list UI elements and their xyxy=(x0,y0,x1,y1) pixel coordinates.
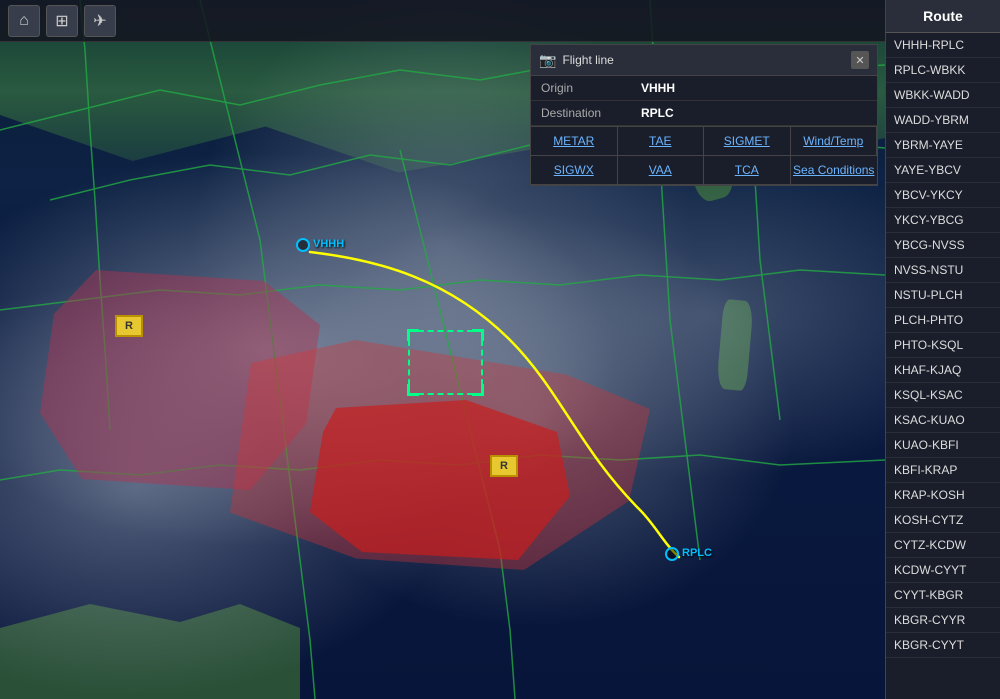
route-item[interactable]: YBCG-NVSS xyxy=(886,233,1000,258)
route-item[interactable]: KOSH-CYTZ xyxy=(886,508,1000,533)
plane-icon: ✈ xyxy=(93,11,106,31)
sigmet-button[interactable]: SIGMET xyxy=(704,127,791,156)
sea-conditions-button[interactable]: Sea Conditions xyxy=(791,156,878,185)
sel-corner-tl xyxy=(407,329,419,341)
weather-area-core xyxy=(310,400,570,560)
selection-box xyxy=(408,330,483,395)
route-list: VHHH-RPLCRPLC-WBKKWBKK-WADDWADD-YBRMYBRM… xyxy=(886,33,1000,658)
route-item[interactable]: PHTO-KSQL xyxy=(886,333,1000,358)
origin-label: Origin xyxy=(531,76,631,101)
airport-vhhh-label: VHHH xyxy=(313,238,344,250)
metar-button[interactable]: METAR xyxy=(531,127,618,156)
wind-temp-button[interactable]: Wind/Temp xyxy=(791,127,878,156)
layers-button[interactable]: ⊞ xyxy=(46,5,78,37)
route-item[interactable]: CYTZ-KCDW xyxy=(886,533,1000,558)
route-item[interactable]: KSAC-KUAO xyxy=(886,408,1000,433)
storm-icon-center: R xyxy=(490,455,518,477)
origin-value: VHHH xyxy=(631,76,877,101)
route-panel: Route VHHH-RPLCRPLC-WBKKWBKK-WADDWADD-YB… xyxy=(885,0,1000,699)
route-item[interactable]: WBKK-WADD xyxy=(886,83,1000,108)
route-panel-header: Route xyxy=(886,0,1000,33)
sel-corner-bl xyxy=(407,384,419,396)
dialog-nav-buttons: METAR TAE SIGMET Wind/Temp SIGWX VAA TCA… xyxy=(531,126,877,185)
route-item[interactable]: CYYT-KBGR xyxy=(886,583,1000,608)
tca-button[interactable]: TCA xyxy=(704,156,791,185)
route-item[interactable]: KSQL-KSAC xyxy=(886,383,1000,408)
route-item[interactable]: VHHH-RPLC xyxy=(886,33,1000,58)
dialog-close-button[interactable]: ✕ xyxy=(851,51,869,69)
airport-vhhh-dot xyxy=(296,238,310,252)
route-item[interactable]: YAYE-YBCV xyxy=(886,158,1000,183)
sel-corner-tr xyxy=(472,329,484,341)
storm-icon-left: R xyxy=(115,315,143,337)
route-item[interactable]: NSTU-PLCH xyxy=(886,283,1000,308)
home-icon: ⌂ xyxy=(19,12,29,30)
home-button[interactable]: ⌂ xyxy=(8,5,40,37)
sel-corner-br xyxy=(472,384,484,396)
route-item[interactable]: KRAP-KOSH xyxy=(886,483,1000,508)
layers-icon: ⊞ xyxy=(55,11,68,31)
route-item[interactable]: KBGR-CYYR xyxy=(886,608,1000,633)
flight-dialog: 📷 Flight line ✕ Origin VHHH Destination … xyxy=(530,44,878,186)
route-item[interactable]: YBCV-YKCY xyxy=(886,183,1000,208)
destination-row: Destination RPLC xyxy=(531,101,877,126)
route-item[interactable]: KCDW-CYYT xyxy=(886,558,1000,583)
airport-rplc-label: RPLC xyxy=(682,547,712,559)
route-item[interactable]: RPLC-WBKK xyxy=(886,58,1000,83)
route-item[interactable]: YBRM-YAYE xyxy=(886,133,1000,158)
sigwx-button[interactable]: SIGWX xyxy=(531,156,618,185)
toolbar: ⌂ ⊞ ✈ xyxy=(0,0,885,42)
dialog-titlebar: 📷 Flight line ✕ xyxy=(531,45,877,76)
route-item[interactable]: YKCY-YBCG xyxy=(886,208,1000,233)
destination-label: Destination xyxy=(531,101,631,126)
vaa-button[interactable]: VAA xyxy=(618,156,705,185)
camera-icon: 📷 xyxy=(539,52,556,69)
route-item[interactable]: KBFI-KRAP xyxy=(886,458,1000,483)
origin-row: Origin VHHH xyxy=(531,76,877,101)
route-item[interactable]: NVSS-NSTU xyxy=(886,258,1000,283)
route-item[interactable]: KHAF-KJAQ xyxy=(886,358,1000,383)
destination-value: RPLC xyxy=(631,101,877,126)
route-item[interactable]: WADD-YBRM xyxy=(886,108,1000,133)
flight-info-table: Origin VHHH Destination RPLC xyxy=(531,76,877,126)
map-area: R R VHHH RPLC ⌂ ⊞ ✈ 📷 Flight l xyxy=(0,0,885,699)
dialog-title: Flight line xyxy=(562,53,613,67)
route-item[interactable]: PLCH-PHTO xyxy=(886,308,1000,333)
tae-button[interactable]: TAE xyxy=(618,127,705,156)
plane-button[interactable]: ✈ xyxy=(84,5,116,37)
dialog-title-left: 📷 Flight line xyxy=(539,52,614,69)
route-item[interactable]: KUAO-KBFI xyxy=(886,433,1000,458)
route-item[interactable]: KBGR-CYYT xyxy=(886,633,1000,658)
airport-rplc-dot xyxy=(665,547,679,561)
